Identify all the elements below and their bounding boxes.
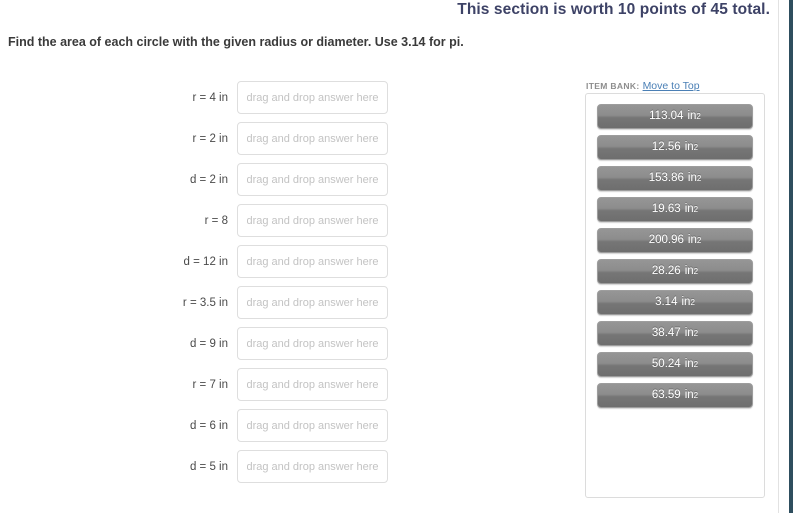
- question-list: r = 4 in drag and drop answer here r = 2 i…: [120, 81, 400, 491]
- tile-value: 50.24: [651, 358, 681, 370]
- question-row: r = 2 in drag and drop answer here: [120, 122, 400, 155]
- question-label: r = 4 in: [192, 91, 228, 104]
- question-row: d = 2 in drag and drop answer here: [120, 163, 400, 196]
- question-row: d = 12 in drag and drop answer here: [120, 245, 400, 278]
- item-bank-tile[interactable]: 153.86 in 2: [597, 166, 753, 191]
- page-edge-accent-band: [789, 0, 793, 513]
- tile-unit: in: [681, 296, 691, 308]
- page-edge-divider: [778, 0, 779, 513]
- item-bank-tile[interactable]: 38.47 in 2: [597, 321, 753, 346]
- tile-unit: in: [687, 172, 697, 184]
- tile-value: 3.14: [655, 296, 678, 308]
- tile-unit: in: [687, 110, 697, 122]
- move-to-top-link[interactable]: Move to Top: [643, 80, 700, 92]
- tile-value: 28.26: [651, 265, 681, 277]
- item-bank-label: ITEM BANK:: [586, 81, 640, 91]
- tile-unit: in: [684, 203, 694, 215]
- tile-value: 63.59: [651, 389, 681, 401]
- tile-unit: in: [684, 327, 694, 339]
- answer-dropzone[interactable]: drag and drop answer here: [237, 204, 388, 237]
- item-bank-tile[interactable]: 19.63 in 2: [597, 197, 753, 222]
- answer-dropzone[interactable]: drag and drop answer here: [237, 327, 388, 360]
- item-bank-panel: 113.04 in 2 12.56 in 2 153.86 in 2 19.63 in 2 200.96…: [585, 93, 765, 498]
- question-row: r = 8 drag and drop answer here: [120, 204, 400, 237]
- section-points-header: This section is worth 10 points of 45 to…: [457, 1, 770, 18]
- answer-dropzone[interactable]: drag and drop answer here: [237, 286, 388, 319]
- answer-dropzone[interactable]: drag and drop answer here: [237, 368, 388, 401]
- tile-value: 38.47: [651, 327, 681, 339]
- question-label: r = 8: [204, 214, 228, 227]
- answer-dropzone[interactable]: drag and drop answer here: [237, 450, 388, 483]
- question-row: d = 6 in drag and drop answer here: [120, 409, 400, 442]
- question-label: d = 5 in: [189, 460, 228, 473]
- answer-dropzone[interactable]: drag and drop answer here: [237, 122, 388, 155]
- item-bank-tile[interactable]: 12.56 in 2: [597, 135, 753, 160]
- question-row: r = 7 in drag and drop answer here: [120, 368, 400, 401]
- item-bank-tile[interactable]: 28.26 in 2: [597, 259, 753, 284]
- question-row: r = 4 in drag and drop answer here: [120, 81, 400, 114]
- tile-unit: in: [687, 234, 697, 246]
- tile-value: 12.56: [651, 141, 681, 153]
- answer-dropzone[interactable]: drag and drop answer here: [237, 81, 388, 114]
- tile-value: 113.04: [649, 110, 684, 122]
- instruction-text: Find the area of each circle with the gi…: [8, 35, 464, 49]
- question-label: r = 2 in: [192, 132, 228, 145]
- question-label: r = 7 in: [192, 378, 228, 391]
- item-bank-tile[interactable]: 63.59 in 2: [597, 383, 753, 408]
- question-label: d = 12 in: [183, 255, 228, 268]
- item-bank-tile[interactable]: 3.14 in 2: [597, 290, 753, 315]
- question-label: d = 2 in: [189, 173, 228, 186]
- question-row: r = 3.5 in drag and drop answer here: [120, 286, 400, 319]
- question-label: d = 9 in: [189, 337, 228, 350]
- answer-dropzone[interactable]: drag and drop answer here: [237, 409, 388, 442]
- answer-dropzone[interactable]: drag and drop answer here: [237, 245, 388, 278]
- question-row: d = 9 in drag and drop answer here: [120, 327, 400, 360]
- item-bank-tile[interactable]: 50.24 in 2: [597, 352, 753, 377]
- item-bank-tile[interactable]: 113.04 in 2: [597, 104, 753, 129]
- tile-value: 19.63: [651, 203, 681, 215]
- tile-value: 200.96: [648, 234, 684, 246]
- item-bank: ITEM BANK: Move to Top 113.04 in 2 12.56 in 2 1…: [585, 76, 765, 498]
- tile-value: 153.86: [648, 172, 684, 184]
- question-label: r = 3.5 in: [182, 296, 228, 309]
- tile-unit: in: [684, 141, 694, 153]
- tile-unit: in: [684, 265, 694, 277]
- tile-unit: in: [684, 389, 694, 401]
- tile-unit: in: [684, 358, 694, 370]
- question-label: d = 6 in: [189, 419, 228, 432]
- item-bank-tile[interactable]: 200.96 in 2: [597, 228, 753, 253]
- answer-dropzone[interactable]: drag and drop answer here: [237, 163, 388, 196]
- question-row: d = 5 in drag and drop answer here: [120, 450, 400, 483]
- item-bank-header: ITEM BANK: Move to Top: [585, 76, 765, 92]
